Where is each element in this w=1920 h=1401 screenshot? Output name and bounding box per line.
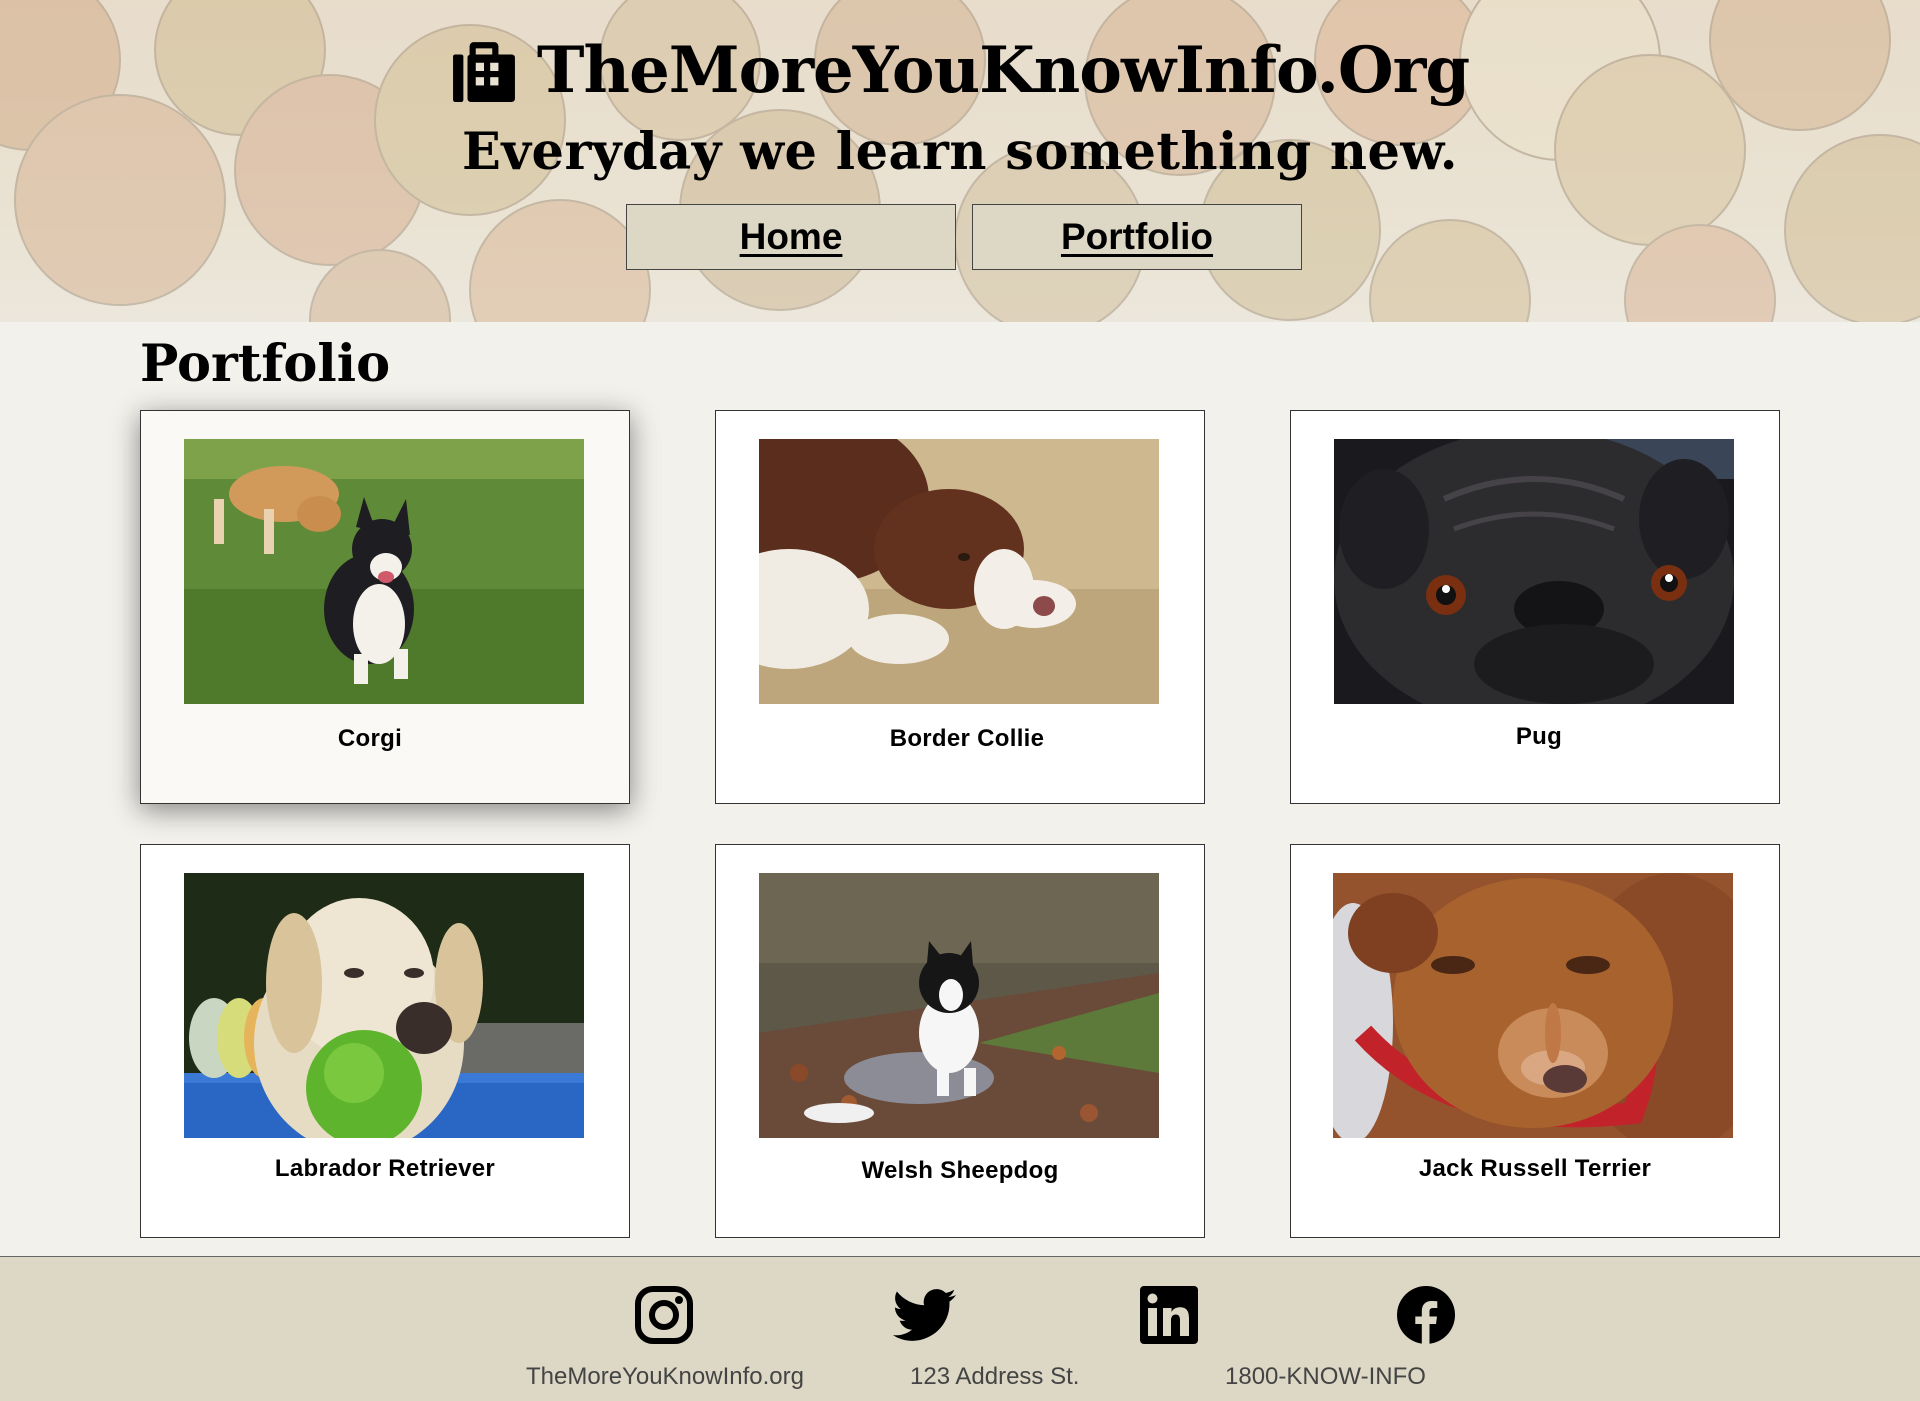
border-collie-photo (759, 439, 1159, 704)
portfolio-card-pug[interactable]: Pug (1290, 410, 1780, 804)
welsh-sheepdog-photo (759, 873, 1159, 1138)
nav-home-button[interactable]: Home (626, 204, 956, 270)
card-label: Labrador Retriever (274, 1155, 496, 1182)
card-label: Border Collie (889, 725, 1045, 752)
twitter-icon[interactable] (892, 1285, 958, 1345)
facebook-icon[interactable] (1396, 1285, 1456, 1345)
card-label: Jack Russell Terrier (1418, 1155, 1652, 1182)
footer-address: 123 Address St. (910, 1363, 1080, 1390)
card-label: Pug (1515, 723, 1563, 750)
pug-photo (1334, 439, 1734, 704)
footer-website-link[interactable]: TheMoreYouKnowInfo.org (526, 1363, 804, 1391)
nav-portfolio-button[interactable]: Portfolio (972, 204, 1302, 270)
site-footer: TheMoreYouKnowInfo.org 123 Address St. 1… (0, 1256, 1920, 1401)
portfolio-section: Portfolio Corgi Border Collie Pug Labrad… (0, 322, 1920, 1256)
portfolio-card-corgi[interactable]: Corgi (140, 410, 630, 804)
labrador-photo (184, 873, 584, 1138)
instagram-icon[interactable] (634, 1285, 694, 1345)
page-title: Portfolio (140, 334, 391, 394)
main-nav: Home Portfolio (0, 204, 1920, 270)
corgi-photo (184, 439, 584, 704)
footer-phone: 1800-KNOW-INFO (1225, 1363, 1426, 1390)
site-tagline: Everyday we learn something new. (462, 122, 1458, 182)
portfolio-card-jack-russell-terrier[interactable]: Jack Russell Terrier (1290, 844, 1780, 1238)
site-header: TheMoreYouKnowInfo.Org Everyday we learn… (0, 0, 1920, 322)
site-title: TheMoreYouKnowInfo.Org (536, 33, 1470, 108)
brand: TheMoreYouKnowInfo.Org (0, 0, 1920, 116)
portfolio-card-labrador-retriever[interactable]: Labrador Retriever (140, 844, 630, 1238)
portfolio-card-welsh-sheepdog[interactable]: Welsh Sheepdog (715, 844, 1205, 1238)
jack-russell-photo (1333, 873, 1733, 1138)
card-label: Corgi (337, 725, 403, 752)
portfolio-card-border-collie[interactable]: Border Collie (715, 410, 1205, 804)
card-label: Welsh Sheepdog (861, 1157, 1059, 1184)
building-icon (452, 42, 515, 102)
linkedin-icon[interactable] (1139, 1285, 1199, 1345)
